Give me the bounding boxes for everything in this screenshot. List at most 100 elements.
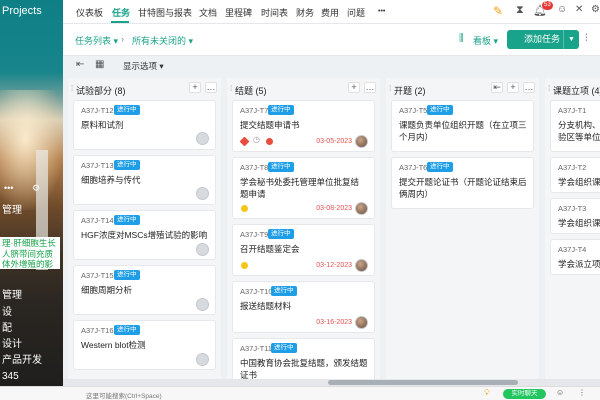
timer-icon[interactable]: ⧗ xyxy=(516,4,524,17)
task-title: 报送结题材料 xyxy=(240,301,292,311)
assignee-avatar[interactable] xyxy=(355,135,368,148)
assignee-avatar[interactable] xyxy=(355,202,368,215)
task-id: A37J-T3 xyxy=(558,204,587,213)
drag-handle-icon[interactable]: ⁞ xyxy=(389,84,391,93)
status-badge: 进行中 xyxy=(114,160,140,170)
nav-timesheet[interactable]: 时间表 xyxy=(261,6,288,19)
horizontal-scrollbar[interactable] xyxy=(63,379,600,386)
task-card[interactable]: A37J-T16 进行中 Western blot检测 xyxy=(73,320,216,370)
nav-expenses[interactable]: 费用 xyxy=(321,6,339,19)
view-dropdown[interactable]: 看板 ▾ xyxy=(473,34,498,47)
live-chat-button[interactable]: 实时聊天 xyxy=(503,389,546,399)
task-card[interactable]: A37J-T4 学会派立项 xyxy=(550,239,600,275)
task-id: A37J-T8 xyxy=(240,163,269,172)
sidebar-item[interactable]: 配 xyxy=(2,323,12,335)
settings-icon[interactable]: ⚙ xyxy=(32,183,40,194)
status-badge: 进行中 xyxy=(427,162,453,172)
task-card[interactable]: A37J-T2 学会组织课 xyxy=(550,157,600,193)
user-icon[interactable]: ☺ xyxy=(557,4,567,15)
sidebar-item[interactable]: 产品开发 xyxy=(2,355,42,367)
lightbulb-icon[interactable]: 💡︎ xyxy=(484,388,490,398)
tools-icon[interactable]: ✕ xyxy=(575,4,583,15)
nav-documents[interactable]: 文档 xyxy=(199,6,217,19)
sidebar-item[interactable]: 设 xyxy=(2,307,12,319)
task-title: 中国教育协会批复结题，颁发结题证书 xyxy=(240,358,368,379)
task-card[interactable]: A37J-T15 进行中 细胞周期分析 xyxy=(73,265,216,315)
task-id: A37J-T4 xyxy=(558,245,587,254)
collapse-icon[interactable]: ⇤ xyxy=(76,59,84,70)
user-icon[interactable]: ☺ xyxy=(556,388,564,397)
task-card[interactable]: A37J-T6 进行中 提交开题论证书（开题论证结束后俩周内） xyxy=(391,157,534,209)
column-menu-icon[interactable]: … xyxy=(205,82,217,93)
column-menu-icon[interactable]: … xyxy=(364,82,376,93)
add-card-icon[interactable]: + xyxy=(507,82,519,93)
assignee-avatar[interactable] xyxy=(196,243,209,256)
add-task-dropdown-button[interactable]: ▼ xyxy=(563,30,579,49)
task-card[interactable]: A37J-T10 进行中 报送结题材料 03-16-2023 xyxy=(232,281,375,333)
grid-menu-icon[interactable]: ⋮ xyxy=(578,388,586,397)
nav-finance[interactable]: 财务 xyxy=(296,6,314,19)
board-toolbar: ⇤ ▦ 显示选项 ▾ xyxy=(63,56,600,74)
kanban-column: ⁞ 课题立项 (4) A37J-T1 分支机构、验区等单位 A37J-T2 学会… xyxy=(545,78,600,379)
chevron-right-icon: › xyxy=(121,34,124,44)
sub-toolbar: 任务列表 ▾ › 所有未关闭的 ▾ ⫼ 看板 ▾ 添加任务 ▼ ⫶ xyxy=(63,24,600,56)
drag-handle-icon[interactable]: ⁞ xyxy=(71,84,73,93)
sidebar-item[interactable]: 管理 xyxy=(2,205,22,217)
search-hint[interactable]: 这里可能搜索(Ctrl+Space) xyxy=(86,390,162,400)
task-card[interactable]: A37J-T14 进行中 HGF浓度对MSCs增殖试验的影响 xyxy=(73,210,216,260)
nav-dashboard[interactable]: 仪表板 xyxy=(76,6,103,19)
kanban-board: ⁞ 试验部分 (8) + … A37J-T12 进行中 原料和试剂 A37J-T… xyxy=(63,74,600,379)
task-title: HGF浓度对MSCs增殖试验的影响 xyxy=(81,230,208,240)
assignee-avatar[interactable] xyxy=(355,316,368,329)
task-title: 细胞周期分析 xyxy=(81,285,133,295)
task-card[interactable]: A37J-T7 进行中 提交结题申请书 ◷ 03-05-2023 xyxy=(232,100,375,152)
task-card[interactable]: A37J-T12 进行中 原料和试剂 xyxy=(73,100,216,150)
sidebar-highlight-line: 理·肝细胞生长 xyxy=(2,238,56,248)
assignee-avatar[interactable] xyxy=(196,187,209,200)
task-list-dropdown[interactable]: 任务列表 ▾ xyxy=(75,34,118,47)
add-card-icon[interactable]: + xyxy=(189,82,201,93)
task-card[interactable]: A37J-T11 进行中 中国教育协会批复结题，颁发结题证书 xyxy=(232,338,375,379)
task-card[interactable]: A37J-T5 进行中 课题负责单位组织开题（在立项三个月内） xyxy=(391,100,534,152)
nav-milestones[interactable]: 里程碑 xyxy=(225,6,252,19)
column-title: 结题 (5) xyxy=(235,86,267,96)
ellipsis-icon[interactable]: ••• xyxy=(4,183,13,193)
nav-tasks[interactable]: 任务 xyxy=(112,6,130,19)
more-icon[interactable]: ••• xyxy=(378,8,385,15)
task-id: A37J-T2 xyxy=(558,163,587,172)
brush-icon[interactable]: ✎ xyxy=(493,4,503,18)
assignee-avatar[interactable] xyxy=(196,353,209,366)
column-menu-icon[interactable]: … xyxy=(523,82,535,93)
task-id: A37J-T12 xyxy=(81,106,114,115)
drag-handle-icon[interactable]: ⁞ xyxy=(548,84,550,93)
grid-icon[interactable]: ▦ xyxy=(95,59,104,70)
assignee-avatar[interactable] xyxy=(355,259,368,272)
sidebar-project-title[interactable]: Projects xyxy=(2,5,42,17)
display-options-dropdown[interactable]: 显示选项 ▾ xyxy=(123,60,164,72)
live-chat-label: 实时聊天 xyxy=(511,390,538,397)
settings-gear-icon[interactable]: ⚙ xyxy=(591,4,600,15)
task-title: 细胞培养与传代 xyxy=(81,175,141,185)
filter-icon[interactable]: ⫶ xyxy=(585,33,588,44)
sidebar-item[interactable]: 345 xyxy=(2,371,19,383)
assignee-avatar[interactable] xyxy=(196,132,209,145)
sidebar-item[interactable]: 设计 xyxy=(2,339,22,351)
drag-handle-icon[interactable]: ⁞ xyxy=(230,84,232,93)
nav-gantt-reports[interactable]: 甘特图与报表 xyxy=(138,6,192,19)
status-badge: 进行中 xyxy=(271,343,297,353)
sidebar-item[interactable]: 管理 xyxy=(2,290,22,302)
task-card[interactable]: A37J-T13 进行中 细胞培养与传代 xyxy=(73,155,216,205)
task-card[interactable]: A37J-T8 进行中 学会秘书处委托管理单位批复结题申请 03-08-2023 xyxy=(232,157,375,219)
sidebar-highlight-item[interactable]: 理·肝细胞生长 人脐带间充质 体外增殖的影 xyxy=(0,237,60,269)
task-card[interactable]: A37J-T1 分支机构、验区等单位 xyxy=(550,100,600,152)
task-title: 学会组织课 xyxy=(558,218,600,228)
nav-issues[interactable]: 问题 xyxy=(347,6,365,19)
collapse-left-icon[interactable]: ⇤ xyxy=(491,82,503,93)
task-card[interactable]: A37J-T3 学会组织课 xyxy=(550,198,600,234)
task-card[interactable]: A37J-T9 进行中 召开结题鉴定会 03-12-2023 xyxy=(232,224,375,276)
status-badge: 进行中 xyxy=(427,105,453,115)
filter-dropdown[interactable]: 所有未关闭的 ▾ xyxy=(132,34,193,47)
scrollbar-thumb[interactable] xyxy=(328,380,518,385)
add-card-icon[interactable]: + xyxy=(348,82,360,93)
assignee-avatar[interactable] xyxy=(196,298,209,311)
